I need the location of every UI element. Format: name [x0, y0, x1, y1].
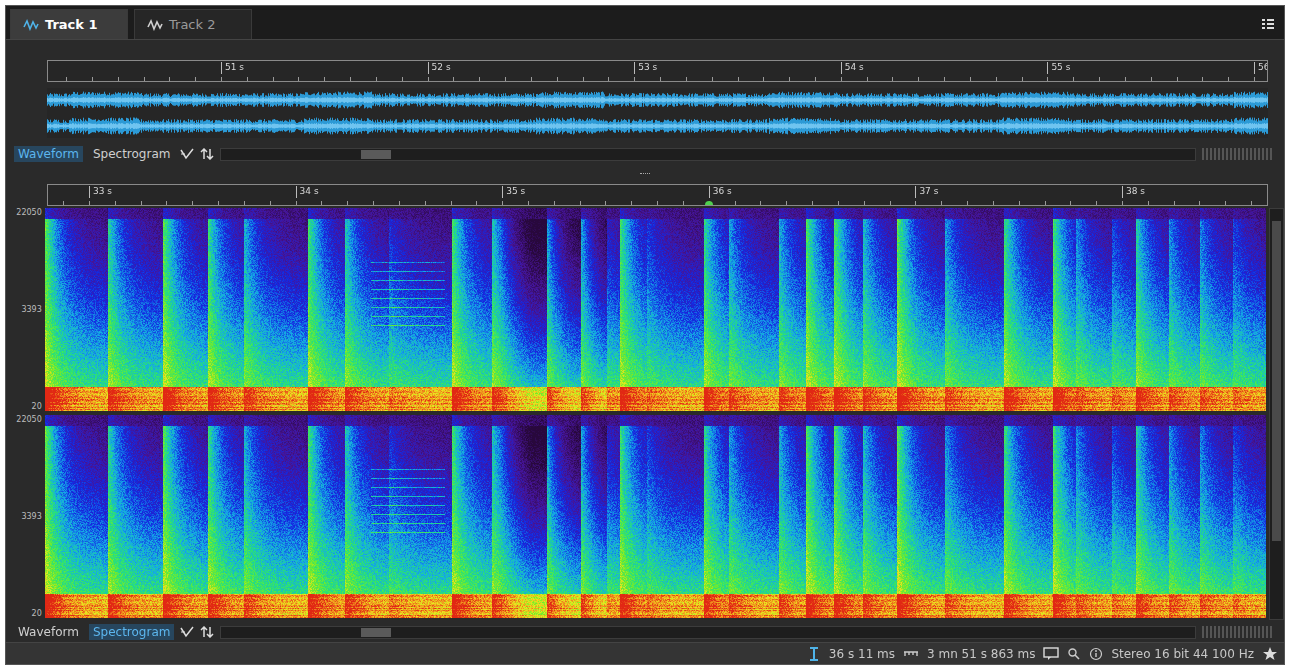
- spectrogram-row: 22050 3393 20 22050 3393 20: [6, 208, 1284, 620]
- ruler-label: 33 s: [89, 186, 112, 198]
- envelope-icon[interactable]: [180, 148, 194, 160]
- axis-label: 22050: [16, 208, 41, 217]
- channel-axis: 22050 3393 20: [6, 208, 45, 411]
- spectrogram-channel[interactable]: [45, 415, 1266, 618]
- ruler-label: 34 s: [296, 186, 319, 198]
- time-ruler-row: 51 s 52 s 53 s 54 s 55 s 56: [6, 60, 1284, 82]
- ruler-label: 37 s: [915, 186, 938, 198]
- spectrogram-channel[interactable]: [45, 208, 1266, 411]
- swap-icon[interactable]: [200, 148, 214, 160]
- cursor-icon[interactable]: [807, 646, 821, 662]
- ruler-label: 54 s: [841, 62, 864, 74]
- horizontal-scrollbar[interactable]: [220, 148, 1196, 161]
- overview-waveform-row: [6, 88, 1284, 138]
- track-tab[interactable]: Track 1: [10, 9, 128, 39]
- time-ruler-row: 33 s 34 s 35 s 36 s 37 s 38 s: [6, 184, 1284, 206]
- main-spacer: [6, 620, 1284, 622]
- ruler-label: 35 s: [502, 186, 525, 198]
- star-icon[interactable]: [1262, 646, 1278, 662]
- tab-bar: Track 1 Track 2: [6, 6, 1284, 40]
- file-length: 3 mn 51 s 863 ms: [927, 647, 1035, 661]
- waveform-icon: [147, 19, 163, 31]
- status-bar: 36 s 11 ms 3 mn 51 s 863 ms Stereo 16 bit …: [6, 642, 1284, 664]
- ruler-label: 36 s: [709, 186, 732, 198]
- audio-format: Stereo 16 bit 44 100 Hz: [1111, 647, 1254, 661]
- time-ruler[interactable]: 33 s 34 s 35 s 36 s 37 s 38 s: [47, 184, 1268, 206]
- envelope-icon[interactable]: [180, 626, 194, 638]
- overview-waveform[interactable]: [47, 88, 1268, 138]
- scroll-thumb[interactable]: [361, 628, 391, 637]
- overview-spacer: [6, 138, 1284, 144]
- axis-label: 22050: [16, 415, 41, 424]
- view-toggle[interactable]: Spectrogram: [89, 146, 175, 162]
- search-icon[interactable]: [1067, 647, 1081, 661]
- horizontal-scrollbar[interactable]: [220, 626, 1196, 639]
- axis-label: 3393: [21, 305, 41, 314]
- ruler-ticks: [48, 197, 1268, 205]
- scroll-thumb[interactable]: [361, 150, 391, 159]
- view-toolbar: Waveform Spectrogram: [6, 622, 1284, 642]
- swap-icon[interactable]: [200, 626, 214, 638]
- panel-splitter[interactable]: [6, 164, 1284, 184]
- editor-window: Track 1 Track 2 51 s 52 s 53 s 54 s 55 s 56 Wave…: [5, 5, 1285, 665]
- ruler-icon[interactable]: [903, 649, 919, 659]
- scroll-thumb[interactable]: [1272, 221, 1281, 541]
- view-toggle[interactable]: Waveform: [14, 146, 83, 162]
- cursor-time: 36 s 11 ms: [829, 647, 895, 661]
- ruler-label: 55 s: [1047, 62, 1070, 74]
- view-toggle[interactable]: Waveform: [14, 624, 83, 640]
- ruler-label: 56: [1254, 62, 1268, 74]
- axis-label: 20: [32, 402, 42, 411]
- channel-axis: 22050 3393 20: [6, 415, 45, 618]
- ruler-label: 53 s: [634, 62, 657, 74]
- axis-label: 3393: [21, 512, 41, 521]
- zoom-meter[interactable]: [1202, 626, 1272, 638]
- tab-label[interactable]: Track 2: [169, 17, 215, 32]
- ruler-label: 52 s: [428, 62, 451, 74]
- spectrogram-panel: 33 s34 s35 s36 s37 s38 s2205033932022050…: [6, 184, 1284, 642]
- vertical-scrollbar[interactable]: [1269, 208, 1284, 620]
- comment-icon[interactable]: [1043, 647, 1059, 661]
- tab-label[interactable]: Track 1: [45, 17, 98, 32]
- spectrogram-channels: [45, 208, 1266, 620]
- time-ruler[interactable]: 51 s 52 s 53 s 54 s 55 s 56: [47, 60, 1268, 82]
- menu-icon[interactable]: [1262, 19, 1274, 29]
- menu-area: [1262, 9, 1278, 39]
- ruler-ticks: [48, 73, 1268, 81]
- view-toolbar: Waveform Spectrogram: [6, 144, 1284, 164]
- track-tab[interactable]: Track 2: [134, 9, 252, 39]
- info-icon[interactable]: [1089, 647, 1103, 661]
- splitter-grip[interactable]: [640, 173, 650, 175]
- overview-panel: 51 s 52 s 53 s 54 s 55 s 56 Waveform Spectrogra…: [6, 40, 1284, 164]
- playhead-marker[interactable]: [705, 201, 713, 206]
- frequency-axis: 22050 3393 20 22050 3393 20: [6, 208, 45, 620]
- axis-label: 20: [32, 609, 42, 618]
- ruler-label: 38 s: [1122, 186, 1145, 198]
- zoom-meter[interactable]: [1202, 148, 1272, 160]
- view-toggle[interactable]: Spectrogram: [89, 624, 175, 640]
- waveform-icon: [23, 19, 39, 31]
- ruler-label: 51 s: [221, 62, 244, 74]
